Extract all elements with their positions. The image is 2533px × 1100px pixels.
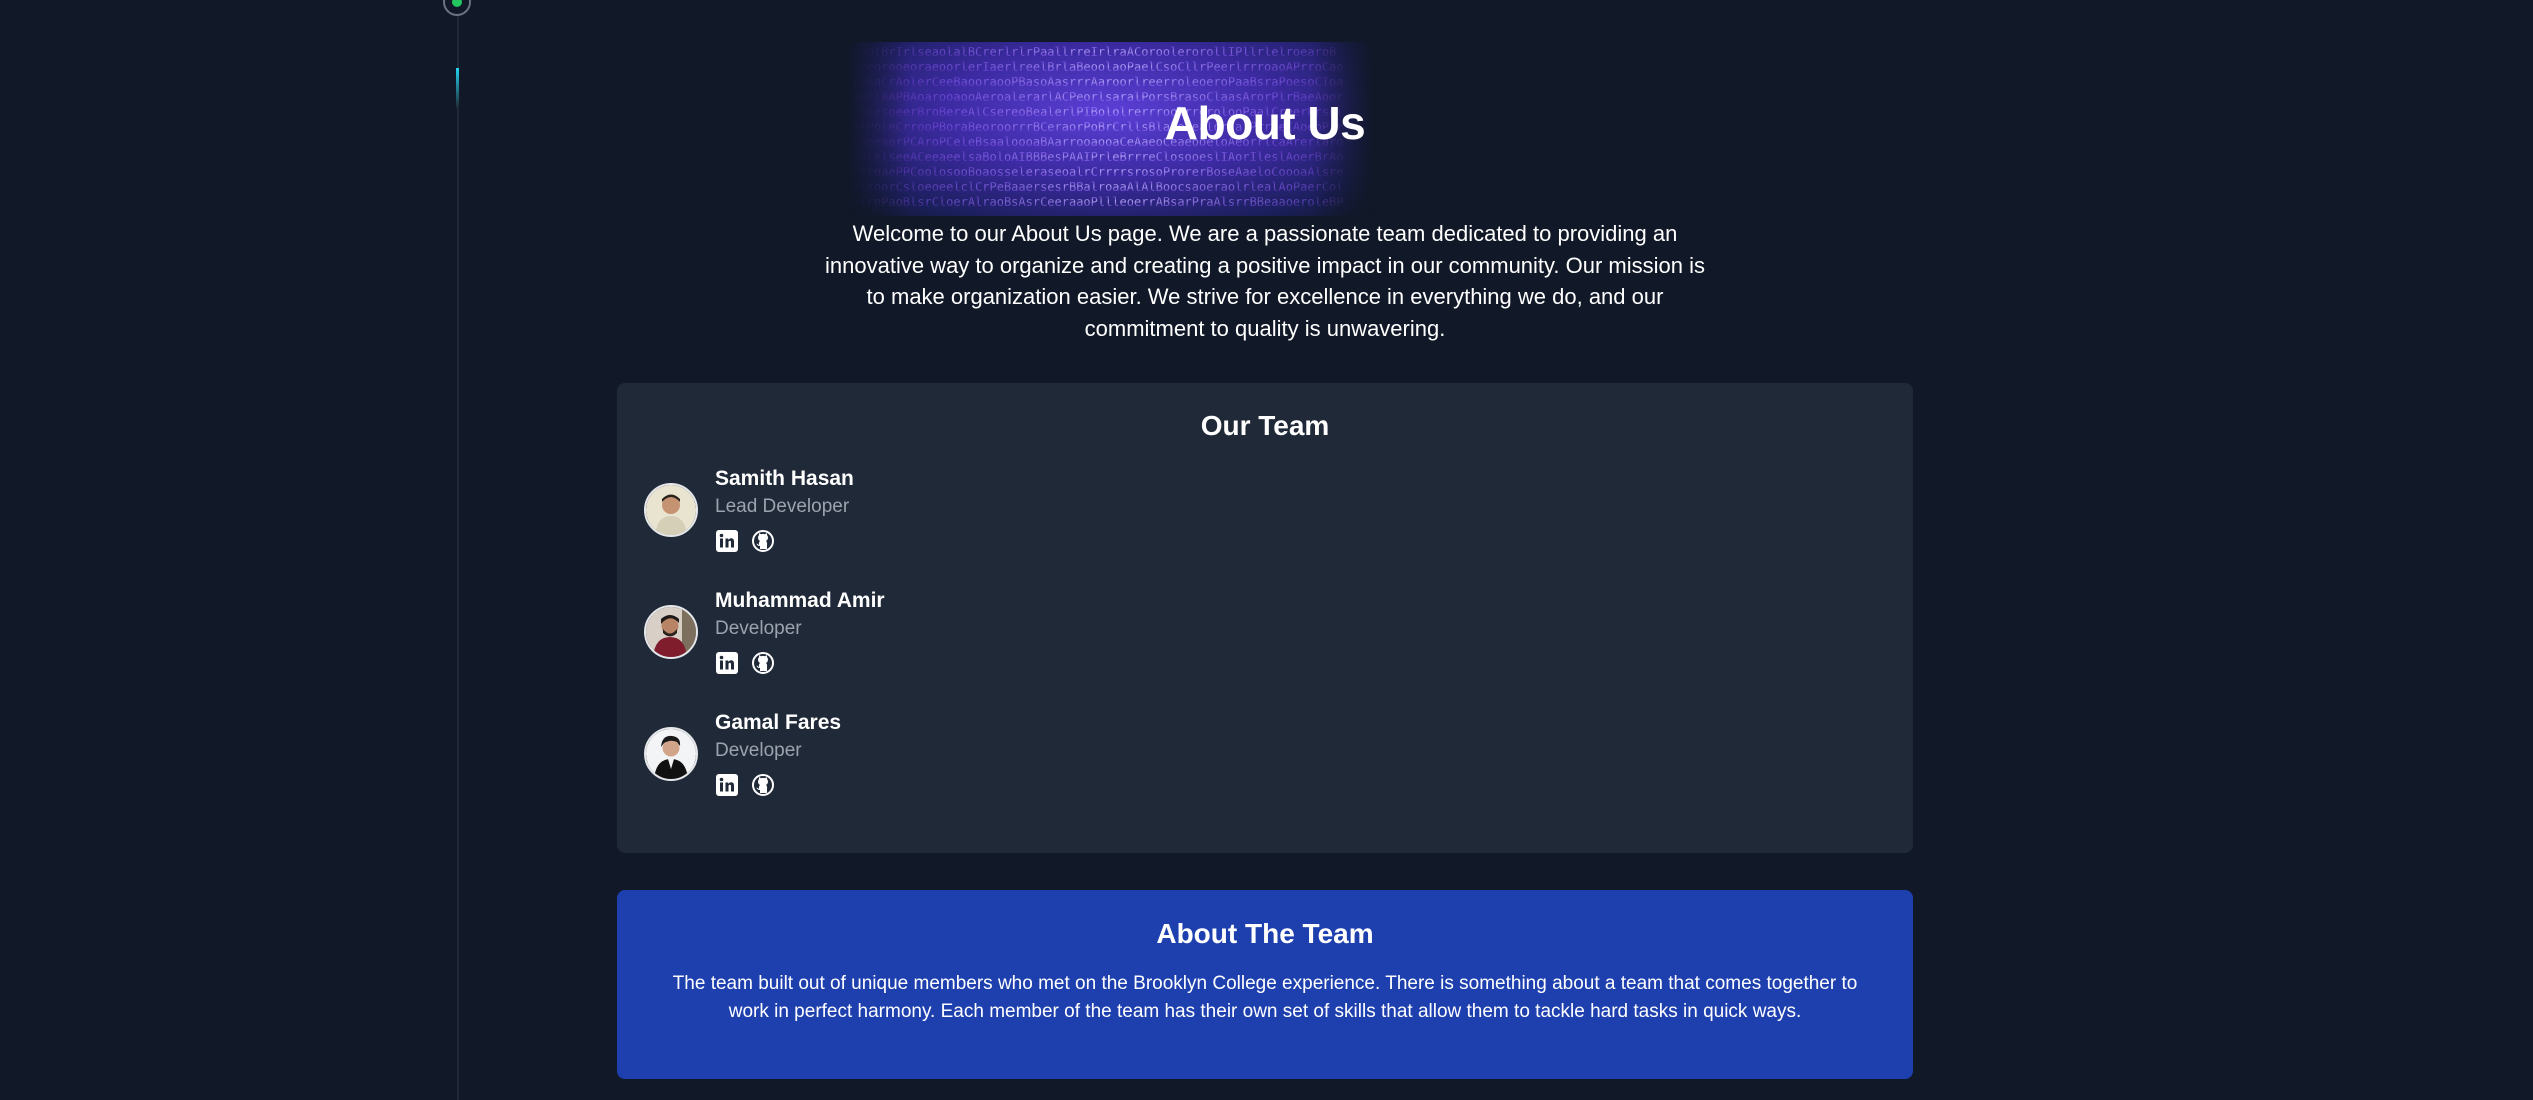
timeline-dot-icon: [443, 0, 471, 16]
svg-text:lrBAaCrAolerCeeBaooraooPBasoAa: lrBAaCrAolerCeeBaooraooPBasoAasrrrAaroor…: [845, 75, 1344, 89]
github-icon[interactable]: [751, 529, 775, 553]
social-links: [715, 529, 775, 553]
social-links: [715, 651, 775, 675]
linkedin-icon[interactable]: [715, 773, 739, 797]
about-team-text: The team built out of unique members who…: [672, 973, 1858, 1022]
svg-text:AolrePaoBlsrCloerAlraoBsAsrCee: AolrePaoBlsrCloerAlraoBsAsrCeeraaoPllleo…: [845, 195, 1344, 209]
about-team-section: About The Team The team built out of uni…: [617, 890, 1913, 1079]
timeline-line: [457, 0, 459, 1100]
member-name: Samith Hasan: [715, 467, 854, 490]
team-heading: Our Team: [1200, 410, 1330, 441]
avatar: [644, 605, 698, 659]
avatar: [644, 483, 698, 537]
svg-text:eaolelseeACeeaeelsaBoloAIBBBes: eaolelseeACeeaeelsaBoloAIBBBesPAAIPrleBr…: [845, 150, 1344, 164]
member-role: Lead Developer: [715, 496, 850, 517]
page-title: About Us: [1164, 97, 1366, 149]
intro-text: Welcome to our About Us page. We are a p…: [825, 221, 1705, 341]
social-links: [715, 773, 775, 797]
member-role: Developer: [715, 618, 802, 639]
linkedin-icon[interactable]: [715, 651, 739, 675]
github-icon[interactable]: [751, 773, 775, 797]
member-name: Muhammad Amir: [715, 589, 885, 612]
about-page: oeaolBrIrlseaolalBCrerlrlrPaallrreIrlraA…: [0, 0, 2533, 1100]
svg-text:lBlsoorCsloeoeelclCrPeBaaerses: lBlsoorCsloeoeelclCrPeBaaersesrBBalroaaA…: [845, 180, 1344, 194]
linkedin-icon[interactable]: [715, 529, 739, 553]
svg-text:ArreorooeoraeoorlerIaerlreelBr: ArreorooeoraeoorlerIaerlreelBrlaBeoolaoP…: [845, 60, 1344, 74]
svg-text:errroaePPCoolosooBoaosselerase: errroaePPCoolosooBoaosseleraseoalrCrrrrs…: [845, 165, 1344, 179]
svg-text:oeaolBrIrlseaolalBCrerlrlrPaal: oeaolBrIrlseaolalBCrerlrlrPaallrreIrlraA…: [845, 45, 1336, 59]
member-role: Developer: [715, 740, 802, 761]
member-name: Gamal Fares: [715, 711, 842, 734]
timeline-progress: [456, 68, 459, 108]
github-icon[interactable]: [751, 651, 775, 675]
team-section: Our Team Samith Hasan Lead Developer Muh…: [617, 383, 1913, 853]
about-team-heading: About The Team: [1156, 918, 1374, 949]
avatar: [644, 727, 698, 781]
